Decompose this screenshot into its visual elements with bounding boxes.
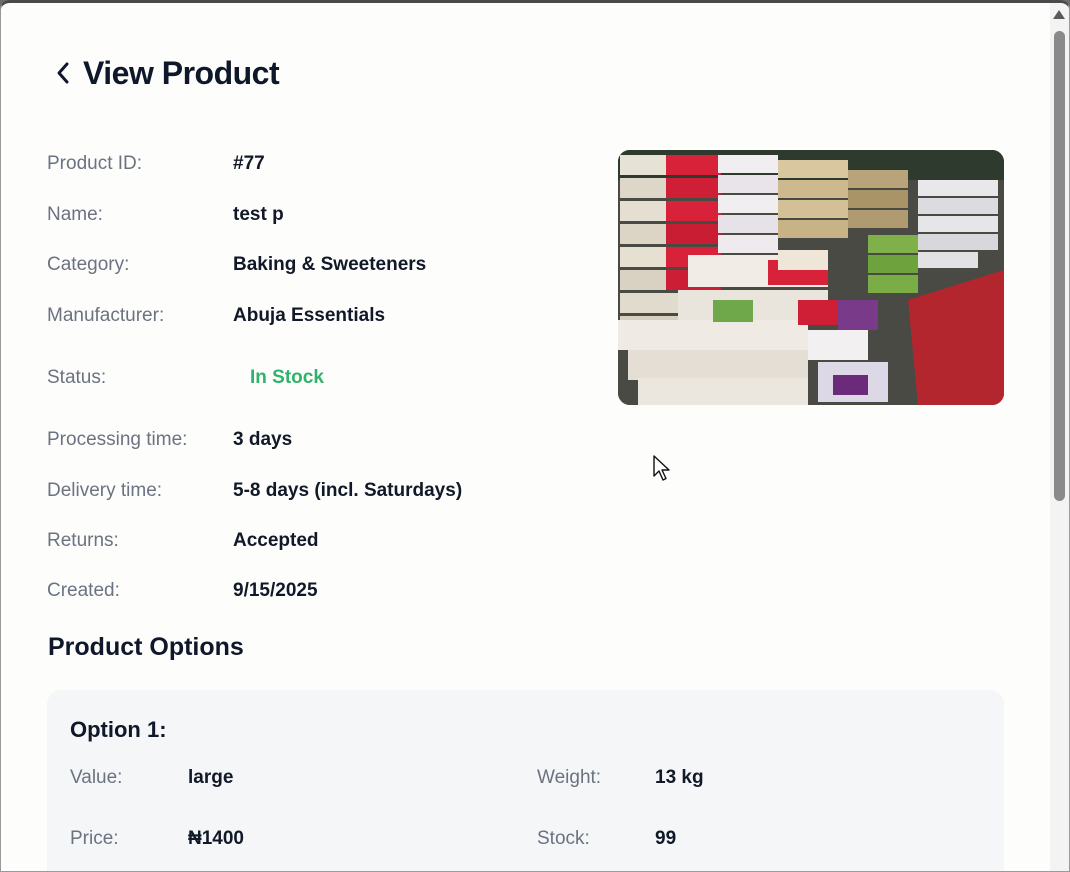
product-options-title: Product Options bbox=[48, 633, 244, 661]
detail-label: Product ID: bbox=[47, 153, 143, 174]
option-price-label: Price: bbox=[70, 828, 119, 849]
detail-row-processing-time: Processing time: 3 days bbox=[47, 428, 587, 452]
option-value-field: Value: large bbox=[70, 766, 233, 790]
option-weight-field: Weight: 13 kg bbox=[537, 766, 704, 790]
option-price-field: Price: ₦1400 bbox=[70, 827, 244, 851]
page-header[interactable]: View Product bbox=[53, 53, 280, 93]
detail-value: 5-8 days (incl. Saturdays) bbox=[233, 480, 463, 501]
detail-row-status: Status: In Stock bbox=[47, 366, 587, 390]
detail-label: Manufacturer: bbox=[47, 305, 165, 326]
mouse-cursor-icon bbox=[652, 454, 672, 489]
detail-value: Abuja Essentials bbox=[233, 305, 386, 326]
detail-value: 3 days bbox=[233, 429, 293, 450]
scroll-up-arrow-icon[interactable] bbox=[1053, 10, 1065, 19]
detail-label: Processing time: bbox=[47, 429, 188, 450]
detail-label: Returns: bbox=[47, 530, 119, 551]
detail-row-product-id: Product ID: #77 bbox=[47, 152, 587, 176]
detail-label: Status: bbox=[47, 367, 107, 388]
detail-row-name: Name: test p bbox=[47, 203, 587, 227]
detail-row-delivery-time: Delivery time: 5-8 days (incl. Saturdays… bbox=[47, 479, 587, 503]
scroll-thumb[interactable] bbox=[1054, 31, 1065, 501]
status-badge: In Stock bbox=[250, 367, 324, 388]
page-title: View Product bbox=[83, 54, 280, 91]
detail-label: Created: bbox=[47, 580, 120, 601]
option-value: large bbox=[188, 767, 234, 788]
detail-row-manufacturer: Manufacturer: Abuja Essentials bbox=[47, 304, 587, 328]
option-stock-label: Stock: bbox=[537, 828, 590, 849]
option-stock-field: Stock: 99 bbox=[537, 827, 676, 851]
option-stock: 99 bbox=[655, 828, 677, 849]
detail-row-created: Created: 9/15/2025 bbox=[47, 579, 587, 603]
detail-value: #77 bbox=[233, 153, 265, 174]
option-title: Option 1: bbox=[70, 717, 167, 742]
option-weight-label: Weight: bbox=[537, 767, 602, 788]
view-product-window: View Product Product ID: #77 Name: test … bbox=[0, 0, 1070, 872]
detail-label: Name: bbox=[47, 204, 103, 225]
detail-row-category: Category: Baking & Sweeteners bbox=[47, 253, 587, 277]
detail-value: Accepted bbox=[233, 530, 319, 551]
detail-value: Baking & Sweeteners bbox=[233, 254, 427, 275]
detail-value: test p bbox=[233, 204, 284, 225]
detail-label: Delivery time: bbox=[47, 480, 163, 501]
detail-row-returns: Returns: Accepted bbox=[47, 529, 587, 553]
detail-value: 9/15/2025 bbox=[233, 580, 318, 601]
detail-label: Category: bbox=[47, 254, 130, 275]
option-value-label: Value: bbox=[70, 767, 123, 788]
option-card: Option 1: Value: large Weight: 13 kg Pri… bbox=[47, 690, 1004, 871]
product-image bbox=[618, 150, 1004, 405]
vertical-scrollbar[interactable] bbox=[1050, 3, 1069, 871]
chevron-left-icon[interactable] bbox=[53, 60, 73, 86]
option-price: ₦1400 bbox=[188, 828, 244, 849]
option-weight: 13 kg bbox=[655, 767, 704, 788]
